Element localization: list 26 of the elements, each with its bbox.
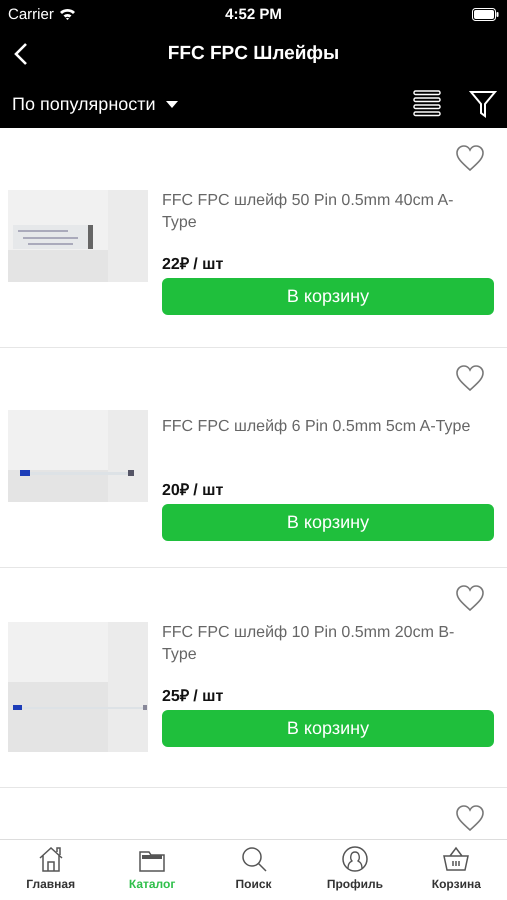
favorite-button[interactable] xyxy=(455,144,485,172)
carrier-label: Carrier xyxy=(8,6,54,22)
list-view-icon[interactable] xyxy=(413,90,441,118)
product-price: 22₽ / шт xyxy=(162,255,224,275)
basket-icon xyxy=(441,844,472,874)
product-title: FFC FPC шлейф 10 Pin 0.5mm 20cm B-Type xyxy=(162,623,456,665)
tab-bar-item[interactable]: Корзина xyxy=(406,840,507,900)
page-title: FFC FPC Шлейфы xyxy=(168,43,340,65)
favorite-button[interactable] xyxy=(455,584,485,612)
favorite-button[interactable] xyxy=(455,804,485,832)
tab-bar-item[interactable]: Главная xyxy=(0,840,102,900)
wifi-icon xyxy=(58,8,76,20)
filter-icon[interactable] xyxy=(469,90,497,118)
product-price: 20₽ / шт xyxy=(162,481,224,501)
favorite-button[interactable] xyxy=(455,364,485,392)
clock: 4:52 PM xyxy=(225,6,282,22)
caret-icon xyxy=(166,100,178,108)
product-price: 25₽ / шт xyxy=(162,687,224,707)
product-title: FFC FPC шлейф 6 Pin 0.5mm 5cm A-Type xyxy=(162,417,472,437)
profile-icon xyxy=(340,844,370,874)
sort-dropdown[interactable]: По популярности xyxy=(12,94,178,114)
battery-icon xyxy=(472,8,499,20)
back-button[interactable] xyxy=(14,42,28,66)
tab-bar-item[interactable]: Поиск xyxy=(202,840,304,900)
tab-bar-item[interactable]: Профиль xyxy=(304,840,406,900)
product-title: FFC FPC шлейф 50 Pin 0.5mm 40cm A-Type xyxy=(162,191,454,233)
